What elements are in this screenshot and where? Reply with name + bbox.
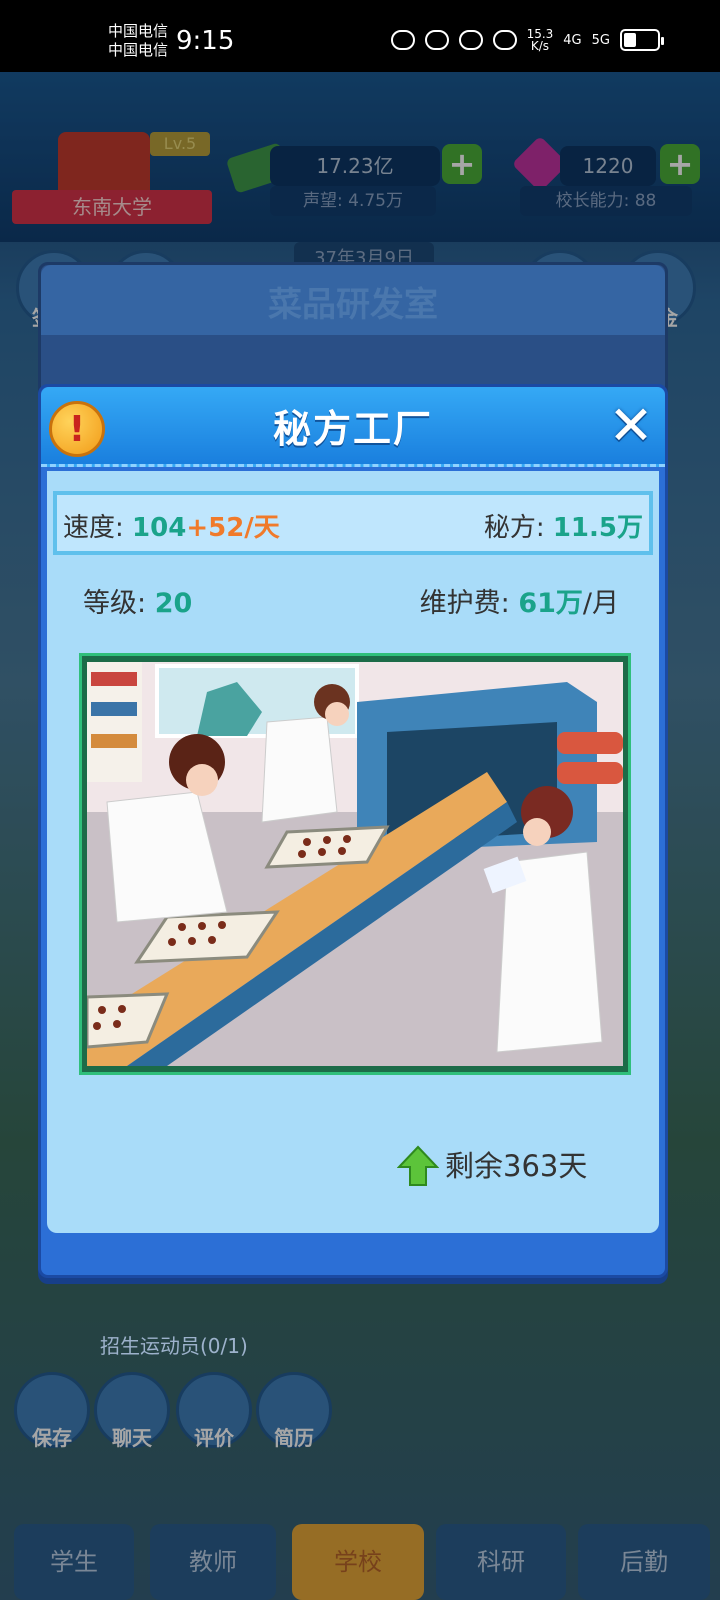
- back-panel-title: 菜品研发室: [41, 265, 665, 335]
- recipe-label: 秘方:: [483, 513, 553, 543]
- remaining-days-text: 剩余363天: [445, 1149, 588, 1183]
- speed-stat: 速度: 104+52/天: [63, 507, 280, 544]
- signal-5g-icon: 5G: [591, 32, 610, 48]
- carrier-2: 中国电信: [108, 41, 169, 59]
- nfc-icon: [424, 30, 449, 50]
- speed-label: 速度:: [63, 513, 133, 543]
- level-stat: 等级: 20: [83, 581, 192, 620]
- remaining-days: 剩余363天: [397, 1143, 587, 1189]
- dialog-body: 速度: 104+52/天 秘方: 11.5万 等级: 20 维护费: 61万/月: [47, 471, 659, 1233]
- level-value: 20: [154, 588, 193, 619]
- stats-row: 速度: 104+52/天 秘方: 11.5万: [53, 491, 653, 555]
- upgrade-arrow-icon[interactable]: [397, 1145, 439, 1187]
- upkeep-stat: 维护费: 61万/月: [420, 581, 619, 620]
- clock: 9:15: [176, 26, 235, 56]
- mute-icon: [492, 30, 517, 50]
- recipe-stat: 秘方: 11.5万: [484, 507, 643, 544]
- recipe-value: 11.5万: [552, 513, 643, 543]
- speed-value: 104: [132, 513, 187, 543]
- dialog-header: ! 秘方工厂 ✕: [41, 387, 665, 467]
- net-speed: 15.3 K/s: [526, 27, 554, 53]
- level-upkeep-row: 等级: 20 维护费: 61万/月: [47, 581, 659, 621]
- carrier-1: 中国电信: [108, 22, 169, 40]
- factory-illustration-frame: [79, 653, 631, 1075]
- speed-bonus: +52/天: [186, 513, 280, 543]
- upkeep-unit: /月: [582, 588, 619, 619]
- carrier-labels: 中国电信 中国电信: [108, 22, 168, 60]
- signal-4g-icon: 4G: [563, 32, 582, 48]
- alarm-icon: [458, 30, 483, 50]
- upkeep-label: 维护费:: [419, 588, 519, 619]
- level-label: 等级:: [83, 588, 155, 619]
- eye-icon: [390, 30, 415, 50]
- back-panel-footer-text: 招生运动员(0/1): [100, 1334, 248, 1358]
- status-icons: 15.3 K/s 4G 5G: [390, 27, 664, 53]
- recipe-factory-dialog: ! 秘方工厂 ✕ 速度: 104+52/天 秘方: 11.5万 等级: 20 维…: [38, 384, 668, 1278]
- close-button[interactable]: ✕: [603, 399, 659, 455]
- status-bar: 中国电信 中国电信 9:15 15.3 K/s 4G 5G: [0, 0, 720, 72]
- battery-icon: [620, 29, 664, 51]
- dialog-title: 秘方工厂: [272, 407, 433, 451]
- upkeep-value: 61万: [518, 588, 583, 619]
- factory-illustration: [87, 662, 623, 1066]
